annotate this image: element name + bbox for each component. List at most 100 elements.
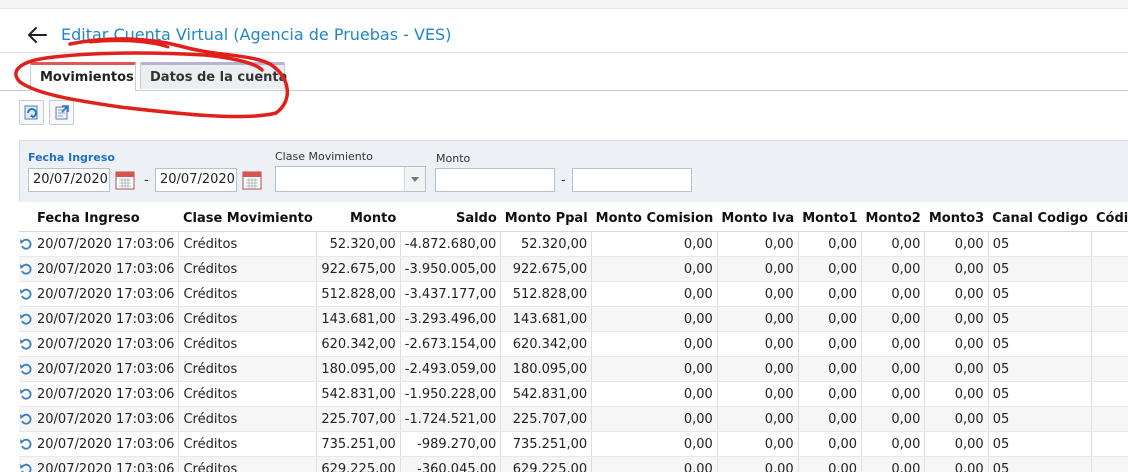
undo-icon[interactable] [19, 312, 33, 326]
table-row[interactable]: 20/07/2020 17:03:06 Créditos 225.707,00 -1.… [19, 406, 1128, 432]
table-row[interactable]: 20/07/2020 17:03:06 Créditos 143.681,00 -3.… [19, 306, 1128, 332]
table-cell: Créditos [178, 281, 318, 307]
table-cell: 0,00 [798, 356, 863, 382]
undo-icon[interactable] [19, 412, 33, 426]
table-cell: Créditos [178, 306, 318, 332]
column-header[interactable]: Monto2 [861, 205, 925, 232]
table-cell: 05 [988, 431, 1093, 457]
table-cell: 20/07/2020 17:03:06 [33, 231, 180, 257]
table-cell: 0,00 [717, 431, 799, 457]
back-arrow-icon[interactable] [26, 24, 48, 46]
table-cell: 0,00 [924, 306, 989, 332]
column-header[interactable]: Monto3 [924, 205, 989, 232]
export-button[interactable] [49, 100, 74, 125]
row-action-cell [19, 256, 33, 282]
table-cell: 922.675,00 [316, 256, 401, 282]
table-cell: 0,00 [861, 381, 926, 407]
table-row[interactable]: 20/07/2020 17:03:06 Créditos 629.225,00 -36… [19, 456, 1128, 472]
table-cell: 52.320,00 [500, 231, 593, 257]
monto-hasta-input[interactable] [572, 168, 692, 192]
table-row[interactable]: 20/07/2020 17:03:06 Créditos 542.831,00 -1.… [19, 381, 1128, 407]
table-cell: 0,00 [924, 431, 989, 457]
column-header[interactable]: Monto1 [798, 205, 862, 232]
column-header[interactable]: Monto [316, 205, 401, 232]
table-cell: 20/07/2020 17:03:06 [33, 306, 180, 332]
top-strip [0, 0, 1128, 9]
table-cell: 0,00 [924, 331, 989, 357]
column-header[interactable]: Clase Movimiento [178, 205, 317, 232]
table-cell: 05 [988, 256, 1093, 282]
table-cell: Créditos [178, 331, 318, 357]
table-cell: 735.251,00 [316, 431, 401, 457]
table-cell: 620.342,00 [500, 331, 593, 357]
table-row[interactable]: 20/07/2020 17:03:06 Créditos 180.095,00 -2.… [19, 356, 1128, 382]
table-cell: 0,00 [717, 231, 799, 257]
table-row[interactable]: 20/07/2020 17:03:06 Créditos 735.251,00 -98… [19, 431, 1128, 457]
table-cell: 0,00 [591, 331, 718, 357]
table-cell: 0,00 [717, 381, 799, 407]
table-cell: 0,00 [591, 406, 718, 432]
table-cell: 0,00 [861, 256, 926, 282]
table-cell: 20/07/2020 17:03:06 [33, 256, 180, 282]
table-cell [1091, 431, 1128, 457]
column-header[interactable]: Saldo [400, 205, 501, 232]
table-cell: 05 [988, 406, 1093, 432]
undo-icon[interactable] [19, 337, 33, 351]
table-cell: Créditos [178, 231, 318, 257]
row-action-cell [19, 306, 33, 332]
table-cell: -1.724.521,00 [400, 406, 502, 432]
table-cell [1091, 306, 1128, 332]
table-row[interactable]: 20/07/2020 17:03:06 Créditos 512.828,00 -3.… [19, 281, 1128, 307]
table-cell: 0,00 [798, 406, 863, 432]
table-cell: 0,00 [591, 356, 718, 382]
table-cell: 512.828,00 [316, 281, 401, 307]
table-cell: 0,00 [861, 456, 926, 472]
undo-icon[interactable] [19, 387, 33, 401]
column-header[interactable]: Código Proceso [1091, 205, 1128, 232]
table-cell: -3.950.005,00 [400, 256, 502, 282]
tab-movimientos[interactable]: Movimientos [30, 62, 136, 91]
table-cell: 52.320,00 [316, 231, 401, 257]
undo-icon[interactable] [19, 237, 33, 251]
table-header-row: Fecha Ingreso Clase Movimiento Monto Sal… [19, 205, 1128, 232]
fecha-desde-input[interactable]: 20/07/2020 [28, 168, 110, 192]
column-header[interactable]: Canal Codigo [988, 205, 1092, 232]
table-cell: 05 [988, 356, 1093, 382]
table-cell: Créditos [178, 456, 318, 472]
row-action-cell [19, 231, 33, 257]
column-header[interactable]: Monto Comision [591, 205, 718, 232]
table-cell: -3.437.177,00 [400, 281, 502, 307]
column-header[interactable]: Monto Iva [717, 205, 799, 232]
fecha-ingreso-label: Fecha Ingreso [28, 151, 115, 164]
table-cell: 0,00 [798, 306, 863, 332]
undo-icon[interactable] [19, 362, 33, 376]
table-row[interactable]: 20/07/2020 17:03:06 Créditos 922.675,00 -3.… [19, 256, 1128, 282]
calendar-icon[interactable] [115, 169, 135, 191]
row-action-cell [19, 331, 33, 357]
page-title: Editar Cuenta Virtual (Agencia de Prueba… [61, 25, 452, 44]
monto-desde-input[interactable] [435, 168, 555, 192]
calendar-icon[interactable] [242, 169, 262, 191]
table-cell: 0,00 [591, 281, 718, 307]
refresh-button[interactable] [19, 100, 44, 125]
undo-icon[interactable] [19, 437, 33, 451]
undo-icon[interactable] [19, 262, 33, 276]
clase-movimiento-select[interactable] [275, 166, 426, 192]
undo-icon[interactable] [19, 462, 33, 472]
table-cell: 05 [988, 306, 1093, 332]
column-header[interactable]: Fecha Ingreso [33, 205, 179, 232]
table-cell: 0,00 [861, 406, 926, 432]
table-row[interactable]: 20/07/2020 17:03:06 Créditos 52.320,00 -4.8… [19, 231, 1128, 257]
tab-datos-de-la-cuenta[interactable]: Datos de la cuenta [140, 62, 287, 89]
column-header[interactable]: Monto Ppal [500, 205, 592, 232]
table-cell: 629.225,00 [316, 456, 401, 472]
table-cell: 922.675,00 [500, 256, 593, 282]
table-cell: 0,00 [591, 306, 718, 332]
undo-icon[interactable] [19, 287, 33, 301]
table-cell: Créditos [178, 356, 318, 382]
table-row[interactable]: 20/07/2020 17:03:06 Créditos 620.342,00 -2.… [19, 331, 1128, 357]
table-cell: 0,00 [924, 256, 989, 282]
table-cell [1091, 231, 1128, 257]
tab-bar: Movimientos Datos de la cuenta [0, 62, 1128, 91]
fecha-hasta-input[interactable]: 20/07/2020 [155, 168, 237, 192]
